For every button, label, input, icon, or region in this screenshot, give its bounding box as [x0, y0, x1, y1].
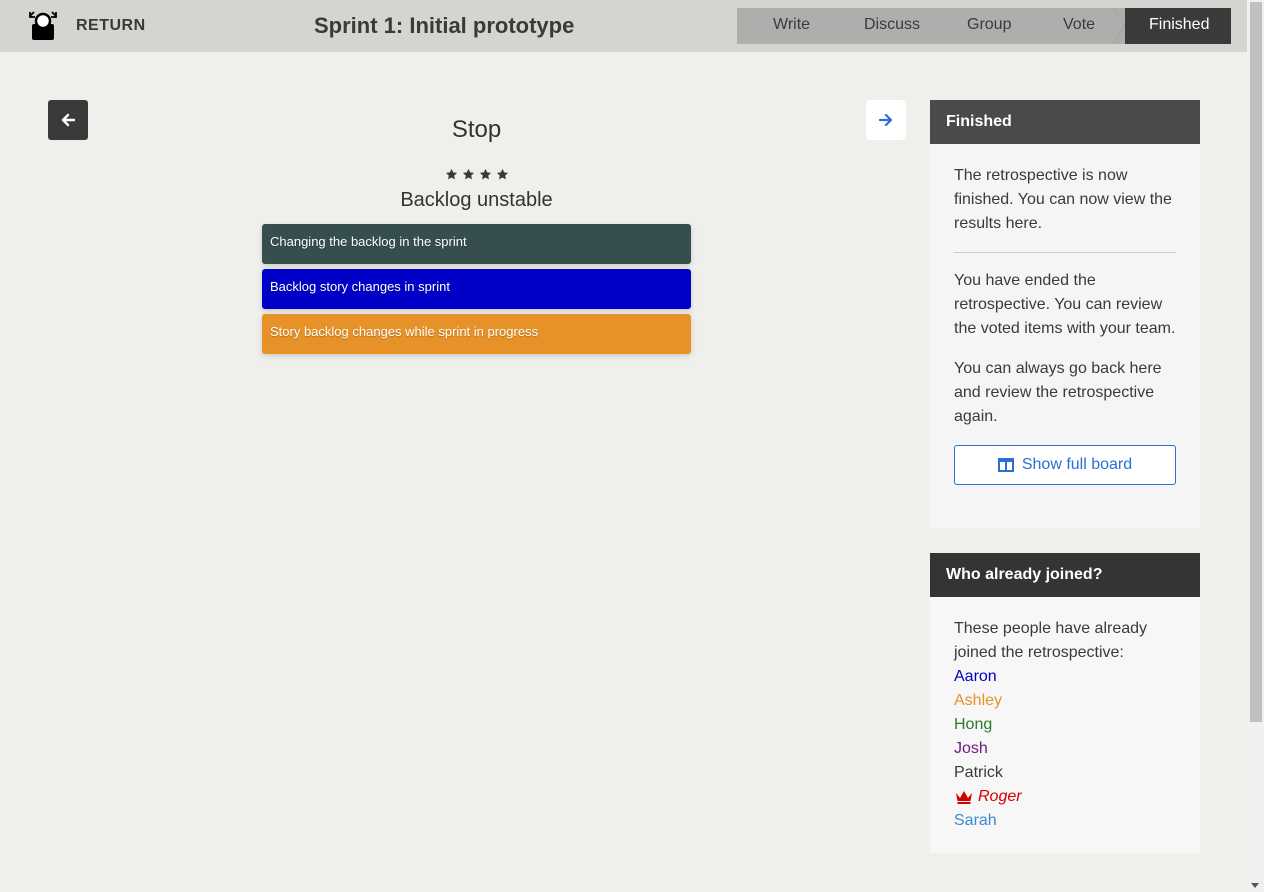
- ended-text: You have ended the retrospective. You ca…: [954, 272, 1176, 337]
- star-icon: [496, 168, 508, 180]
- member-sarah: Sarah: [954, 809, 1176, 833]
- member-name: Patrick: [954, 764, 1003, 781]
- star-icon: [445, 168, 457, 180]
- member-ashley: Ashley: [954, 689, 1176, 713]
- group-title: Backlog unstable: [400, 189, 553, 211]
- member-name: Josh: [954, 740, 988, 757]
- arrow-right-icon: [878, 113, 893, 127]
- return-link[interactable]: RETURN: [76, 17, 146, 35]
- columns-icon: [997, 458, 1014, 472]
- step-finished-label: Finished: [1149, 16, 1210, 33]
- star-icon: [462, 168, 474, 180]
- arrow-left-icon: [61, 113, 76, 127]
- show-full-board-label: Show full board: [1021, 456, 1133, 473]
- member-aaron: Aaron: [954, 665, 1176, 689]
- step-group[interactable]: Group: [967, 8, 1011, 44]
- show-full-board-button[interactable]: Show full board: [954, 445, 1176, 485]
- scrollbar[interactable]: [1247, 0, 1264, 892]
- previous-button[interactable]: [48, 100, 88, 140]
- member-list: Aaron Ashley Hong Josh Patrick Roger Sarah: [954, 665, 1176, 833]
- phase-steps: Write Discuss Group Vote Finished: [737, 8, 1231, 44]
- sprint-title: Sprint 1: Initial prototype: [314, 13, 575, 38]
- post-card[interactable]: Story backlog changes while sprint in pr…: [262, 314, 691, 354]
- finished-panel: Finished The retrospective is now finish…: [930, 100, 1200, 528]
- scroll-down-arrow-icon[interactable]: [1251, 883, 1259, 888]
- joined-panel: Who already joined? These people have al…: [930, 553, 1200, 853]
- top-bar: RETURN Sprint 1: Initial prototype Write…: [0, 0, 1247, 52]
- next-button[interactable]: [866, 100, 906, 140]
- joined-panel-title: Who already joined?: [930, 553, 1200, 597]
- crown-icon: [956, 791, 972, 804]
- member-patrick: Patrick: [954, 761, 1176, 785]
- post-card[interactable]: Changing the backlog in the sprint: [262, 224, 691, 264]
- member-name: Hong: [954, 716, 993, 733]
- step-write[interactable]: Write: [773, 8, 810, 44]
- card-list: Changing the backlog in the sprint Backlo…: [262, 224, 691, 359]
- member-name: Roger: [978, 788, 1022, 805]
- finished-intro: The retrospective is now finished. You c…: [954, 167, 1172, 232]
- step-discuss[interactable]: Discuss: [864, 8, 920, 44]
- retro-logo-icon[interactable]: [28, 10, 58, 40]
- member-name: Sarah: [954, 812, 997, 829]
- joined-intro: These people have already joined the ret…: [954, 620, 1148, 661]
- star-icon: [479, 168, 491, 180]
- vote-stars: [262, 168, 691, 181]
- go-back-text: You can always go back here and review t…: [954, 360, 1162, 425]
- post-card[interactable]: Backlog story changes in sprint: [262, 269, 691, 309]
- step-finished[interactable]: Finished: [1113, 8, 1231, 44]
- step-vote[interactable]: Vote: [1063, 8, 1095, 44]
- member-roger: Roger: [954, 785, 1176, 809]
- column-title: Stop: [451, 116, 502, 143]
- scroll-thumb[interactable]: [1250, 2, 1262, 722]
- member-name: Ashley: [954, 692, 1003, 709]
- finished-panel-title: Finished: [930, 100, 1200, 144]
- member-name: Aaron: [954, 668, 997, 685]
- member-josh: Josh: [954, 737, 1176, 761]
- member-hong: Hong: [954, 713, 1176, 737]
- divider: [954, 252, 1176, 253]
